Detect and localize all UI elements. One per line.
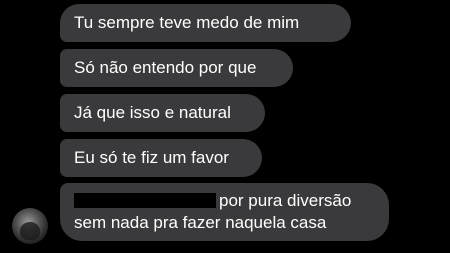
chat-thread: Tu sempre teve medo de mim Só não entend… (0, 0, 450, 253)
message-bubble[interactable]: Tu sempre teve medo de mim (60, 4, 351, 42)
message-bubble[interactable]: Eu só te fiz um favor (60, 139, 262, 177)
message-bubble[interactable]: Já que isso e natural (60, 94, 265, 132)
redaction-bar (74, 192, 216, 208)
avatar[interactable] (12, 208, 48, 244)
message-bubble[interactable]: por pura diversão sem nada pra fazer naq… (60, 183, 389, 241)
message-bubble[interactable]: Só não entendo por que (60, 49, 293, 87)
